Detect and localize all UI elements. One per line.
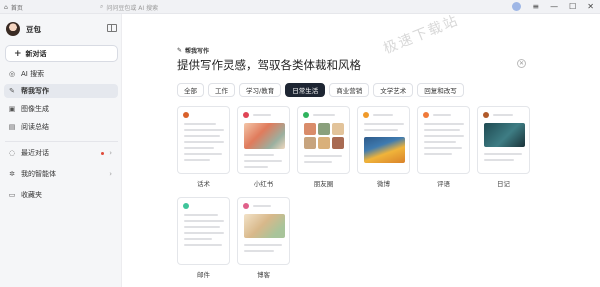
collapse-sidebar-icon[interactable] [107,24,117,32]
sidebar-item-ai-search[interactable]: ◎ AI 搜索 [4,67,118,81]
sidebar-divider [5,141,118,142]
sidebar-item-recent[interactable]: ◌ 最近对话 › [4,146,118,160]
card-label: 朋友圈 [313,180,334,188]
search-placeholder: 问问豆包或 AI 搜索 [106,4,159,12]
home-icon: ⌂ [4,4,8,11]
section-label-text: 帮我写作 [185,48,210,55]
home-label: 首页 [10,5,23,12]
pen-icon: ✎ [9,87,15,95]
card-thumbnail [332,123,344,135]
card-thumbnail [304,123,316,135]
home-tab[interactable]: ⌂ 首页 [4,3,23,12]
tab-daily-life[interactable]: 日常生活 [285,83,326,97]
pen-icon: ✎ [177,47,183,54]
user-name: 豆包 [26,24,41,34]
sidebar-item-agents[interactable]: ✲ 我的智能体 › [4,167,118,181]
sidebar-item-label: 最近对话 [21,149,49,157]
sidebar: 豆包 + 新对话 ◎ AI 搜索 ✎ 帮我写作 ▣ 图像生成 ▤ 阅读总结 ◌ … [0,14,122,287]
template-card-diary[interactable] [477,106,530,174]
notification-dot [101,151,105,155]
close-icon[interactable]: ✕ [587,2,594,11]
tab-marketing[interactable]: 商业营销 [329,83,370,97]
card-icon [243,112,249,118]
tab-reply-rewrite[interactable]: 回复和改写 [417,83,464,97]
window-controls: ≡ — ☐ ✕ [512,2,594,11]
avatar [6,22,20,36]
card-icon [183,112,189,118]
watermark: 极速下载站 [381,12,462,58]
agent-icon: ✲ [9,170,15,178]
card-icon [183,203,189,209]
main-panel: 极速下载站 ✕ ✎ 帮我写作 提供写作灵感，驾驭各类体裁和风格 全部 工作 学习… [123,13,600,287]
search-icon: ⌕ [100,3,104,10]
tab-work[interactable]: 工作 [208,83,235,97]
card-label: 话术 [197,180,210,188]
folder-icon: ▭ [8,191,16,199]
new-chat-label: 新对话 [25,49,47,58]
card-icon [483,112,489,118]
sidebar-item-label: AI 搜索 [21,70,45,78]
tab-all[interactable]: 全部 [177,83,204,97]
template-card-moments[interactable] [297,106,350,174]
card-thumbnail [244,123,285,149]
card-thumbnail [318,137,330,149]
search-bar[interactable]: ⌕ 问问豆包或 AI 搜索 [100,2,250,12]
user-avatar-small[interactable] [512,2,522,11]
maximize-icon[interactable]: ☐ [569,2,576,11]
chat-icon: ◌ [8,149,16,157]
menu-icon[interactable]: ≡ [532,2,539,11]
card-thumbnail [364,137,405,163]
template-card-script[interactable] [177,106,230,174]
sidebar-item-label: 收藏夹 [21,191,42,199]
sidebar-item-favorites[interactable]: ▭ 收藏夹 [4,188,118,202]
card-label: 微博 [377,180,390,188]
title-bar: ⌂ 首页 ⌕ 问问豆包或 AI 搜索 ≡ — ☐ ✕ [0,0,600,14]
book-icon: ▤ [8,123,16,131]
close-panel-icon[interactable]: ✕ [517,59,526,68]
page-title: 提供写作灵感，驾驭各类体裁和风格 [177,58,361,72]
card-label: 评语 [437,180,450,188]
card-label: 博客 [257,271,270,279]
sidebar-item-writing[interactable]: ✎ 帮我写作 [4,84,118,98]
plus-icon: + [14,48,22,59]
card-label: 邮件 [197,271,210,279]
tab-study[interactable]: 学习/教育 [239,83,282,97]
template-card-comment[interactable] [417,106,470,174]
template-card-xiaohongshu[interactable] [237,106,290,174]
sidebar-item-reading[interactable]: ▤ 阅读总结 [4,120,118,134]
section-label: ✎ 帮我写作 [177,46,209,55]
card-label: 日记 [497,180,510,188]
template-card-email[interactable] [177,197,230,265]
card-thumbnail [484,123,525,147]
user-profile[interactable]: 豆包 [6,22,41,36]
card-thumbnail [244,214,285,238]
image-icon: ▣ [8,105,16,113]
sidebar-item-label: 图像生成 [21,105,49,113]
card-icon [243,203,249,209]
chevron-right-icon: › [109,149,112,157]
card-thumbnail [304,137,316,149]
category-tabs: 全部 工作 学习/教育 日常生活 商业营销 文学艺术 回复和改写 [177,83,464,97]
sidebar-item-label: 阅读总结 [21,123,49,131]
card-thumbnail [318,123,330,135]
card-icon [303,112,309,118]
sidebar-item-label: 我的智能体 [21,170,56,178]
template-card-weibo[interactable] [357,106,410,174]
ai-search-icon: ◎ [8,70,16,78]
card-thumbnail [332,137,344,149]
card-icon [423,112,429,118]
card-icon [363,112,369,118]
tab-literature[interactable]: 文学艺术 [373,83,414,97]
chevron-right-icon: › [109,170,112,178]
card-label: 小红书 [253,180,274,188]
template-card-blog[interactable] [237,197,290,265]
minimize-icon[interactable]: — [550,2,558,11]
new-chat-button[interactable]: + 新对话 [5,45,118,62]
sidebar-item-label: 帮我写作 [21,87,49,95]
sidebar-item-image[interactable]: ▣ 图像生成 [4,102,118,116]
